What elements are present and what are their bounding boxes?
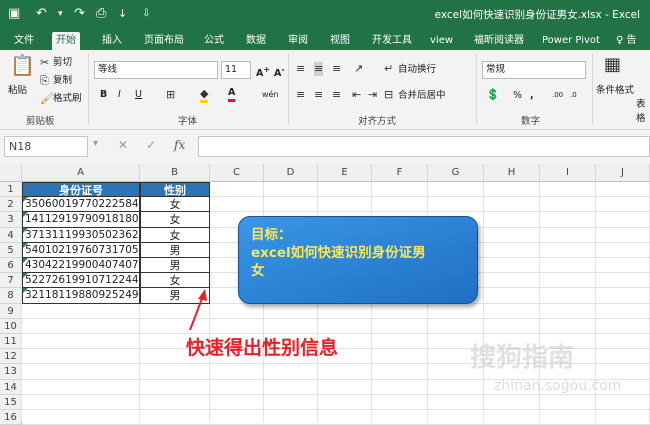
annotation-text: 快速得出性别信息 [186,337,339,359]
watermark-url: zhinan.sogou.com [494,378,622,394]
watermark-logo: 搜狗指南 [470,343,575,373]
